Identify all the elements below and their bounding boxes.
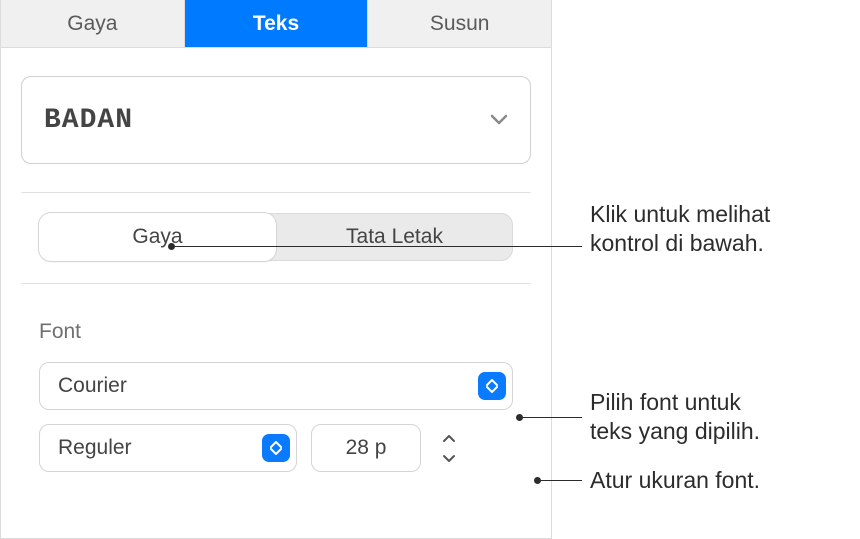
popup-arrows-icon — [262, 434, 290, 462]
divider — [21, 283, 531, 284]
stepper-down[interactable] — [435, 449, 463, 467]
segment-tata-letak[interactable]: Tata Letak — [276, 213, 513, 261]
callout-font-family: Pilih font untukteks yang dipilih. — [590, 388, 760, 446]
font-weight-select[interactable]: Reguler — [39, 424, 297, 472]
top-tab-bar: Gaya Teks Susun — [1, 0, 551, 48]
font-size-stepper — [435, 424, 463, 472]
callout-leader — [538, 480, 582, 481]
callout-text: Pilih font untukteks yang dipilih. — [590, 389, 760, 444]
segmented-control: Gaya Tata Letak — [39, 213, 513, 261]
callout-segmented: Klik untuk melihatkontrol di bawah. — [590, 200, 770, 258]
font-section-label: Font — [39, 320, 551, 344]
segment-gaya[interactable]: Gaya — [39, 213, 276, 261]
callout-font-size: Atur ukuran font. — [590, 466, 760, 495]
tab-label: Gaya — [67, 12, 117, 36]
popup-arrows-icon — [478, 372, 506, 400]
callout-leader — [172, 246, 582, 247]
font-family-value: Courier — [58, 374, 127, 398]
font-size-field[interactable]: 28 p — [311, 424, 421, 472]
tab-label: Teks — [253, 12, 299, 36]
callout-leader — [520, 417, 582, 418]
font-family-select[interactable]: Courier — [39, 362, 513, 410]
format-panel: Gaya Teks Susun BADAN Gaya Tata Letak Fo… — [0, 0, 552, 539]
callout-text: Klik untuk melihatkontrol di bawah. — [590, 201, 770, 256]
paragraph-style-name: BADAN — [44, 105, 133, 136]
tab-label: Susun — [430, 12, 490, 36]
tab-gaya[interactable]: Gaya — [1, 0, 185, 47]
callout-text: Atur ukuran font. — [590, 467, 760, 493]
paragraph-style-dropdown[interactable]: BADAN — [21, 76, 531, 164]
font-size-value: 28 p — [346, 436, 387, 460]
tab-susun[interactable]: Susun — [368, 0, 551, 47]
divider — [21, 192, 531, 193]
tab-teks[interactable]: Teks — [185, 0, 369, 47]
stepper-up[interactable] — [435, 429, 463, 447]
font-weight-value: Reguler — [58, 436, 132, 460]
chevron-down-icon — [490, 110, 508, 131]
